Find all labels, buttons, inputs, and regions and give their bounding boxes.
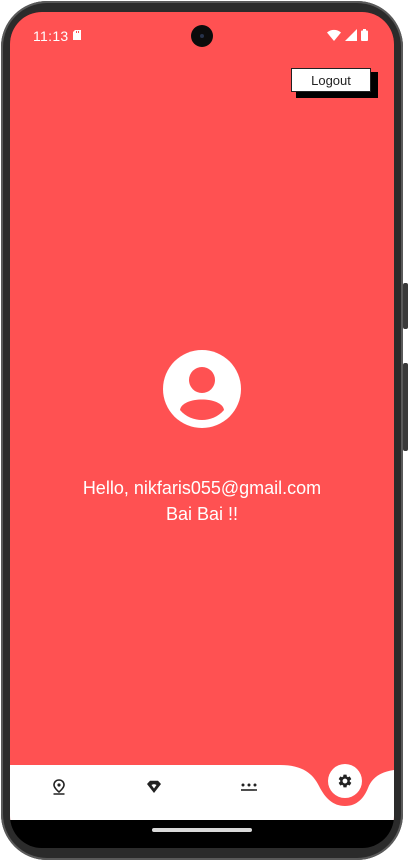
status-time: 11:13 [33, 28, 69, 44]
wifi-icon [327, 29, 341, 41]
app-background: 11:13 Logout Hello, nikfaris055@gmail.co… [10, 12, 394, 820]
settings-gear-icon [338, 774, 352, 788]
farewell-text: Bai Bai !! [165, 504, 239, 524]
nav-item-wifi[interactable] [142, 775, 166, 799]
location-pin-icon [53, 779, 65, 795]
bottom-navigation [10, 752, 394, 820]
sd-card-icon [73, 30, 81, 40]
screen: 11:13 Logout Hello, nikfaris055@gmail.co… [10, 12, 394, 848]
logout-area: Logout [291, 68, 379, 100]
account-circle-icon [163, 350, 241, 428]
logout-button[interactable]: Logout [291, 68, 371, 92]
nav-item-more[interactable] [237, 775, 261, 799]
power-button [403, 283, 408, 329]
front-camera [191, 25, 213, 47]
battery-icon [361, 29, 368, 41]
gesture-navigation-bar[interactable] [152, 828, 252, 832]
status-bar: 11:13 [10, 12, 394, 58]
system-icons [327, 29, 368, 41]
greeting-text: Hello, nikfaris055@gmail.com [82, 478, 322, 498]
wifi-diamond-icon [147, 780, 161, 793]
volume-button [403, 363, 408, 451]
settings-button[interactable] [328, 764, 362, 798]
dots-icon [241, 783, 257, 791]
device-frame: 11:13 Logout Hello, nikfaris055@gmail.co… [0, 0, 408, 863]
nav-item-location[interactable] [47, 775, 71, 799]
signal-icon [345, 29, 357, 41]
